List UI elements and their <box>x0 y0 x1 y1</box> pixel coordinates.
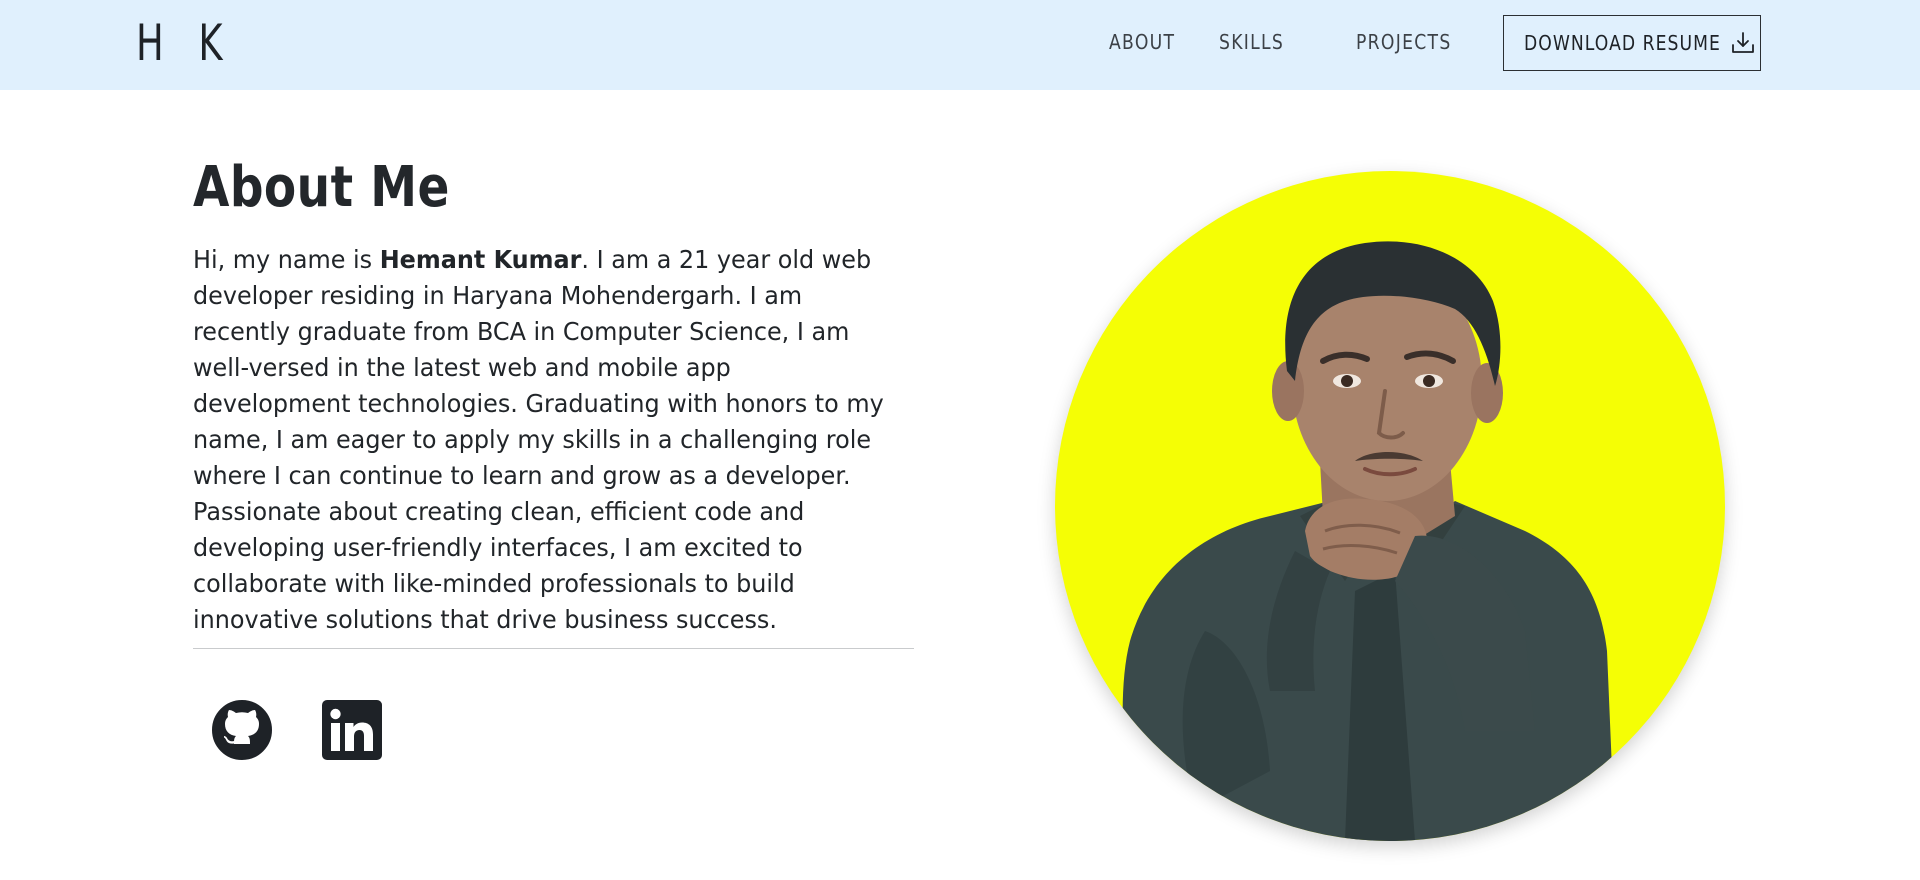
section-divider <box>193 648 914 649</box>
download-resume-button[interactable]: DOWNLOAD RESUME <box>1503 15 1761 71</box>
about-paragraph: Hi, my name is Hemant Kumar. I am a 21 y… <box>193 242 890 638</box>
download-resume-label: DOWNLOAD RESUME <box>1523 31 1721 55</box>
download-icon <box>1730 30 1756 56</box>
about-body: . I am a 21 year old web developer resid… <box>193 245 884 634</box>
author-name: Hemant Kumar <box>379 245 582 274</box>
about-heading: About Me <box>193 155 450 220</box>
nav-link-about[interactable]: ABOUT <box>1109 30 1175 54</box>
linkedin-link[interactable] <box>322 700 382 760</box>
nav-link-projects[interactable]: PROJECTS <box>1356 30 1452 54</box>
profile-photo <box>1055 171 1725 841</box>
github-link[interactable] <box>212 700 272 760</box>
github-icon <box>212 700 272 760</box>
brand-logo[interactable]: H K <box>136 14 234 72</box>
linkedin-icon <box>322 700 382 760</box>
about-intro: Hi, my name is <box>193 245 380 274</box>
navbar: H K ABOUT SKILLS PROJECTS DOWNLOAD RESUM… <box>0 0 1920 90</box>
profile-illustration <box>1122 241 1615 841</box>
nav-link-skills[interactable]: SKILLS <box>1219 30 1284 54</box>
